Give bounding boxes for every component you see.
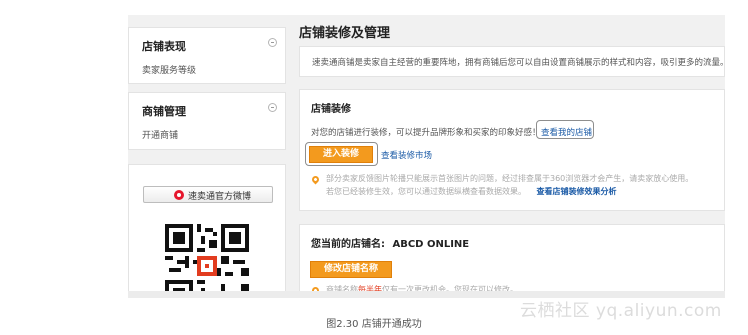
enter-decor-highlight bbox=[305, 142, 378, 166]
collapse-circle-icon[interactable] bbox=[268, 38, 277, 47]
store-name-panel: 您当前的店铺名: ABCD ONLINE 修改店铺名称 商铺名称每半年仅有一次更… bbox=[299, 224, 725, 298]
decor-effect-link[interactable]: 查看店铺装修效果分析 bbox=[537, 187, 617, 196]
store-name-row: 您当前的店铺名: ABCD ONLINE bbox=[311, 235, 469, 250]
location-pin-icon bbox=[310, 174, 321, 185]
weibo-icon bbox=[174, 190, 184, 200]
sidebar-heading-store-performance[interactable]: 店铺表现 bbox=[142, 38, 186, 54]
sidebar-group-store-performance: 店铺表现 卖家服务等级 bbox=[128, 27, 286, 84]
decor-note-line2: 若您已经装修生效，您可以通过数据纵横查看数据效果。 查看店铺装修效果分析 bbox=[326, 186, 617, 197]
screenshot-frame: 店铺表现 卖家服务等级 商铺管理 开通商铺 速卖通官方微博 店铺装修及管理 速卖… bbox=[128, 15, 725, 298]
sidebar-group-store-management: 商铺管理 开通商铺 bbox=[128, 92, 286, 150]
sidebar-weibo-box: 速卖通官方微博 bbox=[128, 164, 286, 298]
page-title: 店铺装修及管理 bbox=[299, 26, 391, 41]
qr-code-image bbox=[165, 224, 249, 298]
decor-description: 对您的店铺进行装修，可以提升品牌形象和买家的印象好感！ bbox=[311, 128, 541, 138]
sidebar-heading-store-management[interactable]: 商铺管理 bbox=[142, 103, 186, 119]
sidebar-item-open-store[interactable]: 开通商铺 bbox=[142, 128, 178, 141]
edit-store-name-button[interactable]: 修改店铺名称 bbox=[310, 261, 392, 278]
decor-note-line2-text: 若您已经装修生效，您可以通过数据纵横查看数据效果。 bbox=[326, 187, 526, 196]
store-name-value: ABCD ONLINE bbox=[392, 239, 470, 250]
intro-panel: 速卖通商铺是卖家自主经营的重要阵地，拥有商铺后您可以自由设置商铺展示的样式和内容… bbox=[299, 46, 725, 77]
figure-caption: 图2.30 店铺开通成功 bbox=[326, 319, 422, 330]
decor-heading: 店铺装修 bbox=[311, 104, 351, 115]
sidebar-item-seller-level[interactable]: 卖家服务等级 bbox=[142, 63, 196, 76]
view-store-highlight bbox=[536, 120, 594, 139]
intro-text: 速卖通商铺是卖家自主经营的重要阵地，拥有商铺后您可以自由设置商铺展示的样式和内容… bbox=[312, 58, 725, 68]
weibo-button-label: 速卖通官方微博 bbox=[188, 192, 252, 202]
store-name-label: 您当前的店铺名: bbox=[311, 239, 385, 250]
weibo-button[interactable]: 速卖通官方微博 bbox=[143, 186, 273, 203]
decor-market-link[interactable]: 查看装修市场 bbox=[381, 149, 432, 161]
decor-note-line1: 部分卖家反馈图片轮播只能展示首张图片的问题，经过排查属于360浏览器才会产生，请… bbox=[326, 174, 694, 183]
collapse-circle-icon[interactable] bbox=[268, 103, 277, 112]
store-decor-panel: 店铺装修 对您的店铺进行装修，可以提升品牌形象和买家的印象好感！ 查看我的店铺 … bbox=[299, 89, 725, 211]
